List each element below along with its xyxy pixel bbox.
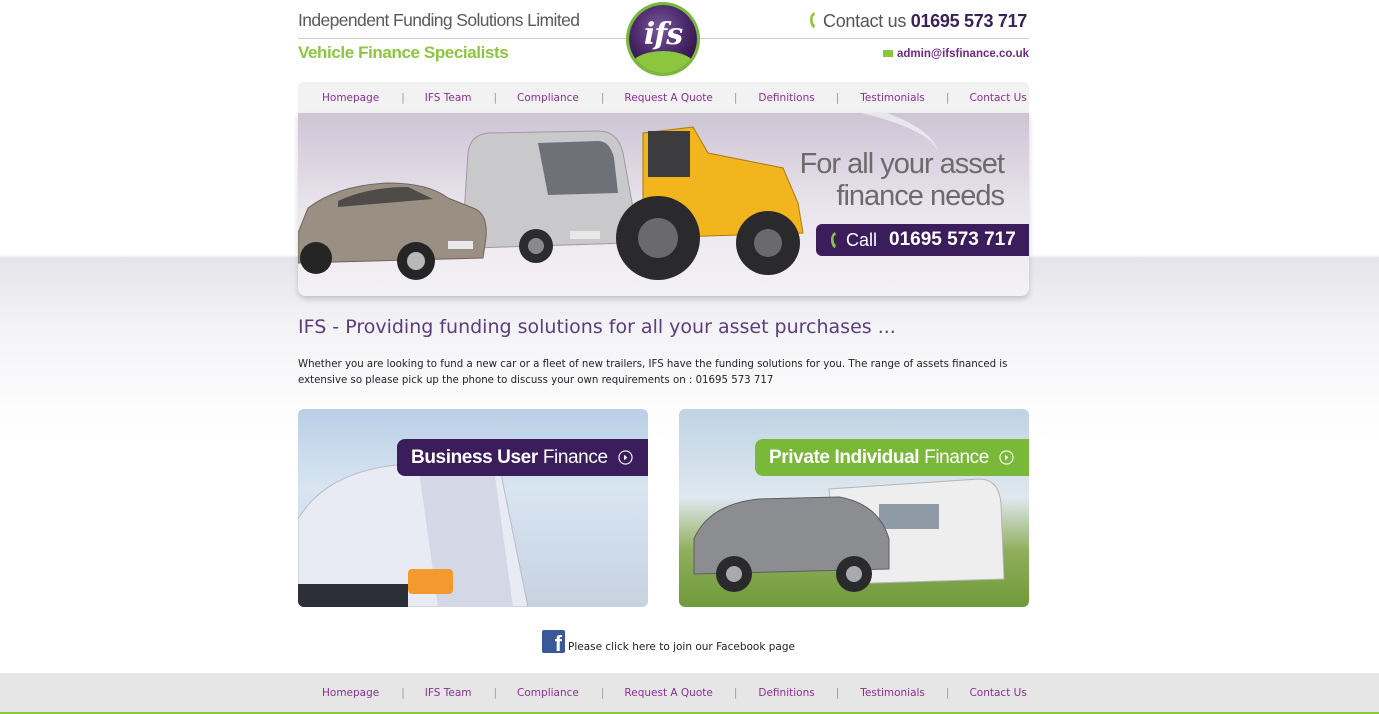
arrow-circle-icon: [617, 450, 633, 465]
banner-line-2: finance needs: [836, 180, 1005, 212]
footer-contact-us[interactable]: Contact Us: [969, 687, 1026, 699]
vehicles-illustration: [298, 126, 804, 280]
nav-homepage[interactable]: Homepage: [322, 92, 379, 104]
logo-text: ifs: [643, 17, 683, 52]
banner-headline: For all your asset finance needs: [799, 148, 1005, 212]
facebook-icon-letter: f: [554, 631, 562, 656]
banner-call-box: Call 01695 573 717: [816, 224, 1029, 256]
nav-request-quote[interactable]: Request A Quote: [624, 92, 712, 104]
footer-testimonials[interactable]: Testimonials: [860, 687, 925, 699]
nav-separator: |: [733, 91, 738, 104]
main-nav: Homepage | IFS Team | Compliance | Reque…: [298, 82, 1029, 113]
contact-phone: 01695 573 717: [910, 11, 1028, 31]
email-link[interactable]: admin@ifsfinance.co.uk: [897, 48, 1029, 60]
nav-testimonials[interactable]: Testimonials: [860, 92, 925, 104]
nav-separator: |: [945, 91, 950, 104]
business-finance-label: Business User Finance: [397, 439, 648, 476]
company-name: Independent Funding Solutions Limited: [298, 10, 580, 30]
footer-definitions[interactable]: Definitions: [758, 687, 814, 699]
footer-separator: |: [733, 686, 738, 699]
page-headline: IFS - Providing funding solutions for al…: [298, 316, 896, 338]
footer-separator: |: [493, 686, 498, 699]
nav-separator: |: [835, 91, 840, 104]
contact-prefix: Contact us: [823, 11, 907, 31]
private-label-light: Finance: [924, 446, 989, 468]
facebook-text[interactable]: Please click here to join our Facebook p…: [568, 641, 795, 653]
business-label-light: Finance: [542, 446, 608, 468]
ifs-logo[interactable]: ifs: [629, 5, 697, 73]
phone-icon: [810, 12, 816, 28]
footer-request-quote[interactable]: Request A Quote: [624, 687, 712, 699]
footer-separator: |: [835, 686, 840, 699]
nav-ifs-team[interactable]: IFS Team: [425, 92, 472, 104]
phone-icon: [831, 232, 836, 248]
footer-compliance[interactable]: Compliance: [517, 687, 579, 699]
page-container: Independent Funding Solutions Limited Ve…: [298, 0, 1029, 714]
business-user-finance-promo[interactable]: Business User Finance: [298, 409, 648, 607]
logo-swoosh: [629, 51, 697, 73]
private-label-bold: Private Individual: [769, 446, 920, 468]
banner-call-number: 01695 573 717: [889, 229, 1016, 250]
nav-definitions[interactable]: Definitions: [758, 92, 814, 104]
envelope-icon: [883, 50, 893, 57]
nav-compliance[interactable]: Compliance: [517, 92, 579, 104]
arrow-circle-icon: [999, 450, 1014, 465]
intro-paragraph: Whether you are looking to fund a new ca…: [298, 359, 1008, 386]
hero-banner: For all your asset finance needs Call 01…: [298, 113, 1029, 296]
footer-separator: |: [600, 686, 605, 699]
facebook-link[interactable]: f Please click here to join our Facebook…: [542, 630, 795, 656]
nav-contact-us[interactable]: Contact Us: [969, 92, 1026, 104]
banner-call-label: Call: [846, 229, 878, 250]
nav-separator: |: [401, 91, 405, 104]
facebook-icon[interactable]: f: [542, 630, 565, 656]
footer-ifs-team[interactable]: IFS Team: [425, 687, 472, 699]
footer-nav: Homepage | IFS Team | Compliance | Reque…: [298, 673, 1029, 712]
footer-homepage[interactable]: Homepage: [322, 687, 379, 699]
private-finance-label: Private Individual Finance: [755, 439, 1029, 476]
business-label-bold: Business User: [411, 446, 538, 468]
nav-separator: |: [600, 91, 605, 104]
nav-separator: |: [493, 91, 498, 104]
footer: Homepage | IFS Team | Compliance | Reque…: [0, 673, 1379, 714]
footer-separator: |: [945, 686, 950, 699]
email-line[interactable]: admin@ifsfinance.co.uk: [883, 48, 1029, 60]
contact-phone-line: Contact us 01695 573 717: [801, 11, 1027, 32]
tagline: Vehicle Finance Specialists: [298, 43, 509, 62]
footer-separator: |: [401, 686, 405, 699]
banner-line-1: For all your asset: [799, 148, 1005, 180]
private-individual-finance-promo[interactable]: Private Individual Finance: [679, 409, 1029, 607]
